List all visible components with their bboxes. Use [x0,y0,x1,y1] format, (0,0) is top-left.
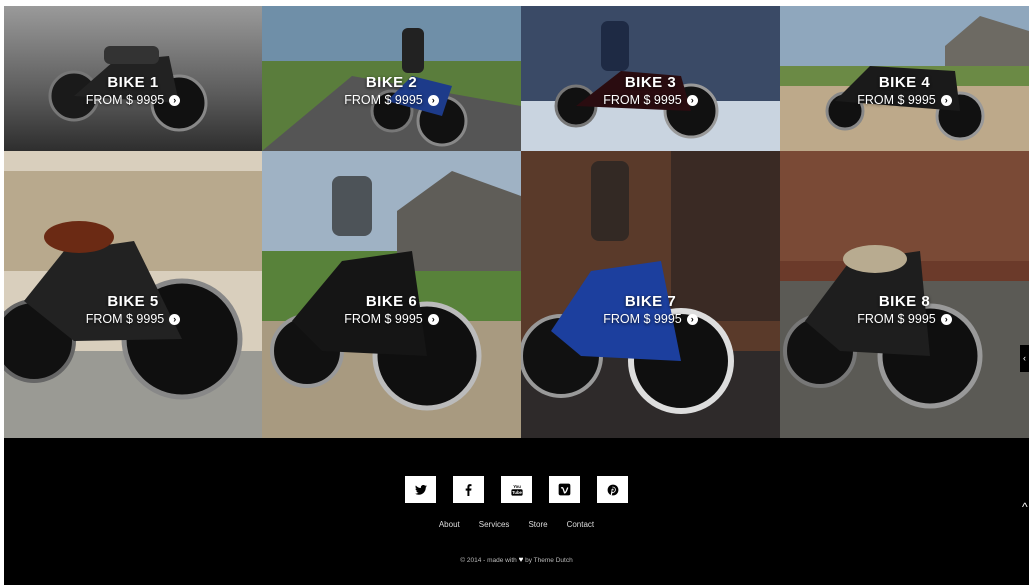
heart-icon: ♥ [518,555,524,564]
nav-contact[interactable]: Contact [567,520,595,529]
bike-price: FROM $ 9995 › [603,93,698,107]
bike-title: BIKE 2 [365,74,418,91]
bike-gallery: BIKE 1 FROM $ 9995 › BIKE 2 FROM $ 9995 › [4,6,1029,438]
bike-price: FROM $ 9995 › [344,93,439,107]
bike-title: BIKE 7 [624,293,677,310]
pinterest-icon[interactable] [597,476,628,503]
bike-price-text: FROM $ 9995 [603,93,682,107]
chevron-right-icon[interactable]: › [169,313,181,325]
bike-tile-8[interactable]: BIKE 8 FROM $ 9995 › [780,151,1029,438]
twitter-icon[interactable] [405,476,436,503]
bike-tile-1[interactable]: BIKE 1 FROM $ 9995 › [4,6,262,151]
chevron-right-icon[interactable]: › [427,94,439,106]
bike-tile-3[interactable]: BIKE 3 FROM $ 9995 › [521,6,780,151]
copyright-suffix: by Theme Dutch [525,557,573,564]
youtube-icon[interactable]: You Tube [501,476,532,503]
chevron-right-icon[interactable]: › [686,313,698,325]
nav-about[interactable]: About [439,520,460,529]
bike-price-text: FROM $ 9995 [857,312,936,326]
bike-title: BIKE 6 [365,293,418,310]
svg-text:Tube: Tube [512,490,522,495]
bike-tile-6[interactable]: BIKE 6 FROM $ 9995 › [262,151,521,438]
social-links: You Tube [4,476,1029,503]
bike-tile-2[interactable]: BIKE 2 FROM $ 9995 › [262,6,521,151]
bike-tile-4[interactable]: BIKE 4 FROM $ 9995 › [780,6,1029,151]
bike-price-text: FROM $ 9995 [603,312,682,326]
vimeo-icon[interactable] [549,476,580,503]
chevron-right-icon[interactable]: › [940,94,952,106]
bike-price: FROM $ 9995 › [344,312,439,326]
bike-title: BIKE 1 [107,74,159,91]
chevron-right-icon[interactable]: › [169,94,181,106]
chevron-right-icon[interactable]: › [427,313,439,325]
bike-price-text: FROM $ 9995 [344,312,423,326]
copyright-prefix: © 2014 - made with [460,557,517,564]
scroll-up-icon[interactable]: ^ [1022,500,1028,514]
bike-price: FROM $ 9995 › [86,93,181,107]
bike-title: BIKE 5 [107,293,159,310]
footer: You Tube About Services Store Contact © 2… [4,438,1029,585]
bike-title: BIKE 4 [878,74,931,91]
bike-price: FROM $ 9995 › [857,312,952,326]
bike-title: BIKE 3 [624,74,677,91]
chevron-right-icon[interactable]: › [686,94,698,106]
chevron-left-icon[interactable]: ‹ [1020,345,1029,372]
chevron-right-icon[interactable]: › [940,313,952,325]
bike-price: FROM $ 9995 › [857,93,952,107]
svg-text:You: You [513,483,521,488]
footer-nav: About Services Store Contact [4,520,1029,529]
bike-tile-7[interactable]: BIKE 7 FROM $ 9995 › [521,151,780,438]
bike-price-text: FROM $ 9995 [344,93,423,107]
nav-store[interactable]: Store [528,520,547,529]
facebook-icon[interactable] [453,476,484,503]
copyright: © 2014 - made with ♥ by Theme Dutch [4,555,1029,564]
bike-price-text: FROM $ 9995 [857,93,936,107]
bike-price: FROM $ 9995 › [86,312,181,326]
bike-tile-5[interactable]: BIKE 5 FROM $ 9995 › [4,151,262,438]
bike-title: BIKE 8 [878,293,931,310]
bike-price: FROM $ 9995 › [603,312,698,326]
nav-services[interactable]: Services [479,520,510,529]
bike-price-text: FROM $ 9995 [85,93,165,107]
bike-price-text: FROM $ 9995 [85,312,165,326]
